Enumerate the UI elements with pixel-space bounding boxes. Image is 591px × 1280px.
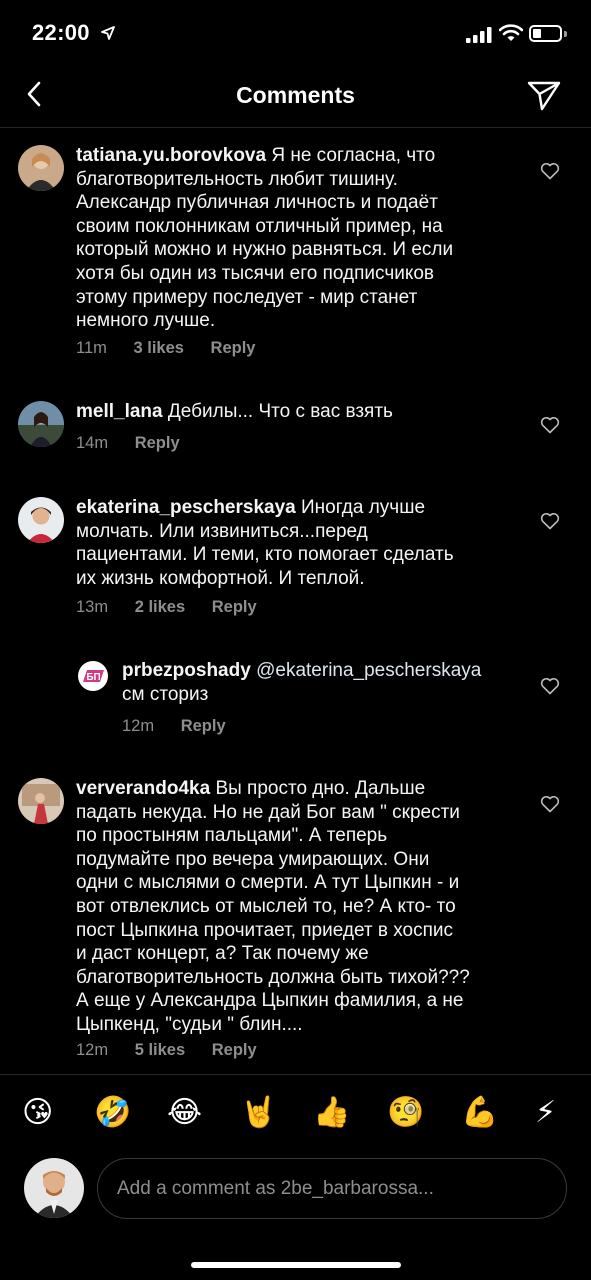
comment-username[interactable]: tatiana.yu.borovkova [76, 145, 266, 166]
comment-line: Цыпкенд, "судьи " блин.... [76, 1013, 303, 1035]
heart-icon[interactable] [540, 162, 560, 180]
avatar[interactable] [18, 497, 64, 543]
comment-time: 12m [76, 1041, 109, 1059]
comment-line: благотворительность любит тишину. [76, 168, 398, 190]
header: Comments [0, 60, 591, 128]
reply-button[interactable]: Reply [212, 1041, 257, 1059]
comment-line: пациентами. И теми, кто помогает сделать [76, 544, 454, 566]
emoji-quick-bar: 😘 🤣 😂 🤘 👍 🧐 💪 ⚡ [0, 1074, 591, 1152]
comment-line: подумайте про вечера умирающих. Они [76, 848, 430, 870]
comment-username[interactable]: mell_lana [76, 401, 163, 422]
comment-meta: 12m Reply [122, 717, 248, 736]
reply-button[interactable]: Reply [181, 717, 226, 735]
comment-line: Я не согласна, что [271, 145, 436, 166]
comment-line: Иногда лучше [301, 497, 426, 518]
comment-line: и даст концерт, а? Так почему же [76, 943, 369, 965]
page-title: Comments [236, 82, 355, 108]
comment-meta: 12m 5 likes Reply [76, 1041, 279, 1060]
likes-count[interactable]: 5 likes [135, 1041, 185, 1059]
mention-link[interactable]: @ekaterina_pescherskaya [256, 660, 481, 681]
emoji-kiss-icon[interactable]: 😘 [22, 1095, 53, 1131]
heart-icon[interactable] [540, 677, 560, 695]
emoji-thumbs-up-icon[interactable]: 👍 [313, 1095, 350, 1131]
status-time: 22:00 [32, 20, 90, 45]
comment-line: который можно и нужно равняться. И если [76, 239, 454, 261]
avatar[interactable] [18, 778, 64, 824]
reply-button[interactable]: Reply [212, 598, 257, 616]
emoji-joy-icon[interactable]: 😂 [167, 1095, 202, 1131]
comment-username[interactable]: prbezposhady [122, 660, 251, 681]
comment-time: 12m [122, 717, 155, 735]
comment-text: mell_lana Дебилы... Что с вас взять [76, 400, 536, 424]
comment-meta: 13m 2 likes Reply [76, 598, 279, 617]
battery-cap [564, 31, 567, 37]
comment-line: пост Цыпкина прочитает, приедет в хоспис [76, 919, 454, 941]
comment-line: вот отвлеклись от мыслей то, не? А кто- … [76, 895, 456, 917]
comment-text: tatiana.yu.borovkova Я не согласна, что … [76, 144, 536, 333]
comment-input[interactable] [97, 1158, 567, 1219]
comment-composer [0, 1152, 591, 1232]
home-indicator [191, 1262, 401, 1268]
comment-line: своим поклонникам отличный пример, на [76, 215, 443, 237]
avatar[interactable] [18, 401, 64, 447]
comment-time: 14m [76, 434, 109, 452]
comment-line: см сториз [122, 683, 209, 705]
heart-icon[interactable] [540, 512, 560, 530]
comment-line: А еще у Александра Цыпкин фамилия, а не [76, 990, 464, 1012]
emoji-lightning-icon[interactable]: ⚡ [535, 1095, 556, 1131]
emoji-rofl-icon[interactable]: 🤣 [94, 1095, 131, 1131]
paper-plane-icon[interactable] [526, 78, 562, 112]
comment-text: prbezposhady @ekaterina_pescherskaya см … [122, 659, 532, 706]
comment-text: ekaterina_pescherskaya Иногда лучше молч… [76, 496, 536, 590]
comment-line: их жизнь комфортной. И теплой. [76, 567, 365, 589]
comment-line: хотя бы один из тысячи его подписчиков [76, 262, 435, 284]
avatar[interactable]: БП [78, 661, 108, 691]
comment-line: одни с мыслями о смерти. А тут Цыпкин - … [76, 872, 460, 894]
status-bar: 22:00 [0, 0, 591, 60]
comment-username[interactable]: ververando4ka [76, 778, 210, 799]
comment-line: молчать. Или извиниться...перед [76, 520, 368, 542]
comment-line: Вы просто дно. Дальше [215, 778, 426, 799]
comment-time: 11m [76, 339, 107, 357]
heart-icon[interactable] [540, 795, 560, 813]
cellular-signal-icon [466, 27, 492, 43]
avatar-logo-text: БП [86, 672, 100, 683]
reply-button[interactable]: Reply [135, 434, 180, 452]
likes-count[interactable]: 2 likes [135, 598, 185, 616]
comment-line: Дебилы... Что с вас взять [167, 401, 393, 422]
comment-line: немного лучше. [76, 310, 216, 332]
comment-meta: 14m Reply [76, 434, 202, 453]
battery-icon [529, 25, 562, 42]
comment-username[interactable]: ekaterina_pescherskaya [76, 497, 296, 518]
comment-line: благотворительность должна быть тихой??? [76, 966, 470, 988]
likes-count[interactable]: 3 likes [133, 339, 183, 357]
comment-meta: 11m 3 likes Reply [76, 339, 277, 358]
comment-line: падать некуда. Но не дай Бог вам " скрес… [76, 801, 460, 823]
comment-line: Александр публичная личность и подаёт [76, 192, 438, 214]
emoji-rock-on-icon[interactable]: 🤘 [240, 1095, 277, 1131]
wifi-icon [499, 24, 523, 41]
avatar [24, 1158, 84, 1218]
reply-button[interactable]: Reply [211, 339, 256, 357]
heart-icon[interactable] [540, 416, 560, 434]
emoji-monocle-icon[interactable]: 🧐 [387, 1095, 424, 1131]
comment-line: этому примеру последует - мир станет [76, 286, 418, 308]
emoji-flexed-biceps-icon[interactable]: 💪 [461, 1095, 498, 1131]
comment-line: по простыням пальцами". А теперь [76, 825, 388, 847]
location-arrow-icon [101, 26, 115, 40]
avatar[interactable] [18, 145, 64, 191]
comment-text: ververando4ka Вы просто дно. Дальше пада… [76, 777, 536, 1037]
comment-time: 13m [76, 598, 109, 616]
